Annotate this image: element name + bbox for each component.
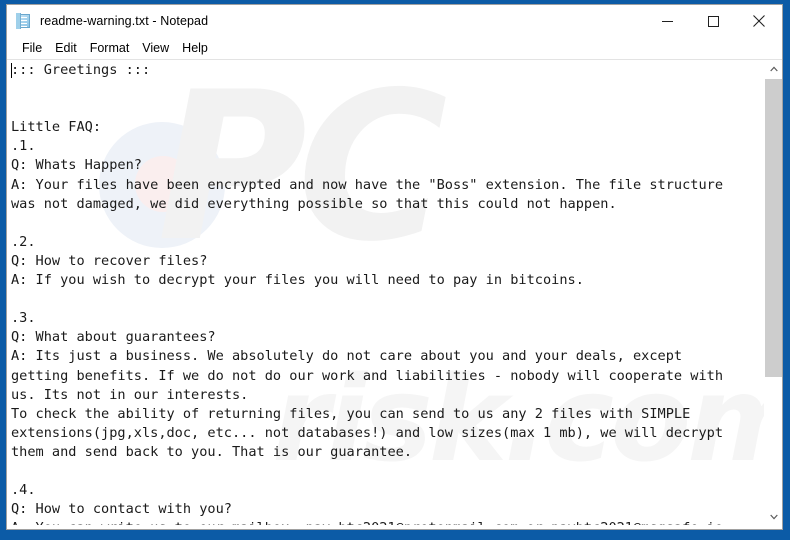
menu-item-edit[interactable]: Edit	[49, 39, 84, 57]
desktop-background: readme-warning.txt - Notepad File Edit F…	[0, 0, 790, 540]
window-title: readme-warning.txt - Notepad	[40, 14, 209, 28]
scrollbar-thumb[interactable]	[765, 79, 782, 377]
vertical-scrollbar[interactable]	[764, 60, 782, 525]
scrollbar-track[interactable]	[765, 77, 782, 508]
close-button[interactable]	[736, 5, 782, 37]
menu-bar: File Edit Format View Help	[7, 37, 782, 59]
maximize-button[interactable]	[690, 5, 736, 37]
notepad-window: readme-warning.txt - Notepad File Edit F…	[6, 4, 783, 530]
text-editor[interactable]: PC risk.com ::: Greetings ::: Little FAQ…	[7, 60, 764, 525]
title-bar[interactable]: readme-warning.txt - Notepad	[7, 5, 782, 37]
notepad-icon	[16, 13, 32, 29]
menu-item-format[interactable]: Format	[84, 39, 137, 57]
menu-item-file[interactable]: File	[16, 39, 49, 57]
menu-item-view[interactable]: View	[136, 39, 176, 57]
window-bottom-strip	[7, 525, 782, 529]
scroll-up-icon[interactable]	[765, 60, 782, 77]
ransom-note-text: ::: Greetings ::: Little FAQ: .1. Q: Wha…	[11, 62, 724, 525]
editor-area: PC risk.com ::: Greetings ::: Little FAQ…	[7, 59, 782, 525]
text-caret	[11, 63, 12, 78]
scroll-down-icon[interactable]	[765, 508, 782, 525]
window-controls	[644, 5, 782, 37]
minimize-button[interactable]	[644, 5, 690, 37]
menu-item-help[interactable]: Help	[176, 39, 215, 57]
